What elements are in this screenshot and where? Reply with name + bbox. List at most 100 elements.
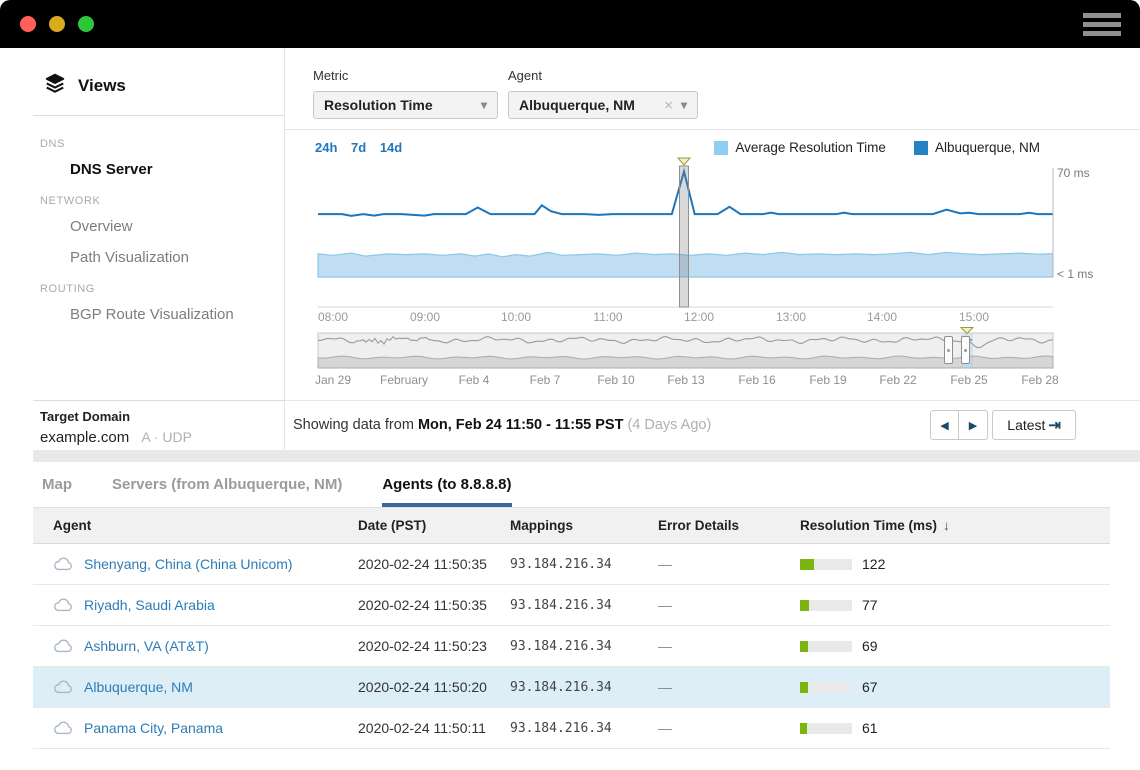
resolution-value: 122 bbox=[862, 556, 885, 572]
sidebar-item-path-visualization[interactable]: Path Visualization bbox=[0, 242, 284, 273]
error-cell: — bbox=[658, 626, 800, 667]
sidebar-section-dns: DNS bbox=[0, 128, 284, 154]
column-header-resolution-time[interactable]: Resolution Time (ms)↓ bbox=[800, 508, 1110, 544]
resolution-bar-fill bbox=[800, 600, 809, 611]
panel-divider bbox=[33, 450, 1140, 462]
x-tick: 11:00 bbox=[578, 310, 638, 324]
table-row[interactable]: Panama City, Panama 2020-02-24 11:50:1193… bbox=[33, 708, 1110, 749]
agent-link[interactable]: Albuquerque, NM bbox=[84, 679, 193, 695]
layers-icon bbox=[44, 72, 66, 99]
date-cell: 2020-02-24 11:50:35 bbox=[358, 585, 510, 626]
brush-tick: Jan 29 bbox=[298, 373, 368, 387]
resolution-bar-track bbox=[800, 641, 852, 652]
agent-link[interactable]: Panama City, Panama bbox=[84, 720, 223, 736]
previous-round-button[interactable]: ◀ bbox=[930, 410, 959, 440]
agent-link[interactable]: Shenyang, China (China Unicom) bbox=[84, 556, 293, 572]
next-round-button[interactable]: ▶ bbox=[959, 410, 988, 440]
mapping-cell: 93.184.216.34 bbox=[510, 544, 658, 585]
selected-time-range: Mon, Feb 24 11:50 - 11:55 PST bbox=[418, 417, 624, 433]
mapping-cell: 93.184.216.34 bbox=[510, 585, 658, 626]
chevron-down-icon: ▾ bbox=[681, 98, 687, 112]
brush-tick: Feb 28 bbox=[1005, 373, 1075, 387]
x-tick: 14:00 bbox=[852, 310, 912, 324]
target-domain-meta: A · UDP bbox=[141, 429, 192, 445]
brush-tick: Feb 19 bbox=[793, 373, 863, 387]
clear-agent-icon[interactable]: × bbox=[650, 97, 673, 114]
cloud-agent-icon bbox=[53, 597, 74, 613]
table-row[interactable]: Riyadh, Saudi Arabia 2020-02-24 11:50:359… bbox=[33, 585, 1110, 626]
cloud-agent-icon bbox=[53, 556, 74, 572]
column-header-mappings[interactable]: Mappings bbox=[510, 508, 658, 544]
target-domain-label: Target Domain bbox=[40, 409, 285, 424]
sidebar-section-network: NETWORK bbox=[0, 185, 284, 211]
table-row[interactable]: Ashburn, VA (AT&T)2020-02-24 11:50:2393.… bbox=[33, 626, 1110, 667]
brush-handle-left[interactable] bbox=[944, 336, 953, 364]
date-cell: 2020-02-24 11:50:23 bbox=[358, 626, 510, 667]
y-axis-max-label: 70 ms bbox=[1057, 166, 1090, 180]
tab-map[interactable]: Map bbox=[42, 476, 72, 507]
date-cell: 2020-02-24 11:50:11 bbox=[358, 708, 510, 749]
brush-tick: Feb 7 bbox=[510, 373, 580, 387]
tab-servers[interactable]: Servers (from Albuquerque, NM) bbox=[112, 476, 342, 507]
time-marker-icon[interactable] bbox=[678, 158, 690, 165]
cloud-agent-icon bbox=[53, 638, 74, 654]
minimize-window-button[interactable] bbox=[49, 16, 65, 32]
results-tabs: Map Servers (from Albuquerque, NM) Agent… bbox=[0, 462, 1140, 507]
sidebar-section-routing: ROUTING bbox=[0, 273, 284, 299]
sidebar-item-bgp-route-visualization[interactable]: BGP Route Visualization bbox=[0, 299, 284, 330]
column-header-date[interactable]: Date (PST) bbox=[358, 508, 510, 544]
brush-lower-band bbox=[318, 356, 1053, 368]
resolution-time-cell: 122 bbox=[800, 556, 1110, 572]
x-tick: 12:00 bbox=[669, 310, 729, 324]
brush-tick: Feb 25 bbox=[934, 373, 1004, 387]
latest-icon: ⇥ bbox=[1048, 416, 1061, 434]
brush-tick: Feb 10 bbox=[581, 373, 651, 387]
mapping-cell: 93.184.216.34 bbox=[510, 708, 658, 749]
resolution-bar-fill bbox=[800, 641, 808, 652]
table-header-row: Agent Date (PST) Mappings Error Details … bbox=[33, 508, 1110, 544]
table-row[interactable]: Albuquerque, NM2020-02-24 11:50:2093.184… bbox=[33, 667, 1110, 708]
brush-tick: Feb 16 bbox=[722, 373, 792, 387]
sidebar-title: Views bbox=[78, 76, 126, 96]
resolution-value: 69 bbox=[862, 638, 878, 654]
brush-handle-right[interactable] bbox=[961, 336, 970, 364]
resolution-bar-fill bbox=[800, 559, 814, 570]
metric-value: Resolution Time bbox=[324, 97, 433, 113]
y-axis-min-label: < 1 ms bbox=[1057, 267, 1093, 281]
chevron-down-icon: ▾ bbox=[467, 98, 487, 112]
table-row[interactable]: Shenyang, China (China Unicom) 2020-02-24… bbox=[33, 544, 1110, 585]
column-header-error-details[interactable]: Error Details bbox=[658, 508, 800, 544]
timeseries-plot[interactable] bbox=[285, 130, 1140, 400]
resolution-time-cell: 67 bbox=[800, 679, 1110, 695]
maximize-window-button[interactable] bbox=[78, 16, 94, 32]
resolution-value: 67 bbox=[862, 679, 878, 695]
agent-link[interactable]: Ashburn, VA (AT&T) bbox=[84, 638, 209, 654]
error-cell: — bbox=[658, 585, 800, 626]
metric-dropdown[interactable]: Resolution Time ▾ bbox=[313, 91, 498, 119]
brush-tick: Feb 22 bbox=[863, 373, 933, 387]
date-cell: 2020-02-24 11:50:35 bbox=[358, 544, 510, 585]
agent-dropdown[interactable]: Albuquerque, NM × ▾ bbox=[508, 91, 698, 119]
next-icon: ▶ bbox=[969, 419, 977, 432]
resolution-bar-fill bbox=[800, 682, 808, 693]
selected-round-marker[interactable] bbox=[679, 166, 688, 307]
sidebar-item-overview[interactable]: Overview bbox=[0, 211, 284, 242]
agent-link[interactable]: Riyadh, Saudi Arabia bbox=[84, 597, 215, 613]
x-tick: 08:00 bbox=[303, 310, 363, 324]
resolution-value: 61 bbox=[862, 720, 878, 736]
hamburger-menu-icon[interactable] bbox=[1083, 13, 1121, 36]
close-window-button[interactable] bbox=[20, 16, 36, 32]
x-tick: 10:00 bbox=[486, 310, 546, 324]
sidebar-item-dns-server[interactable]: DNS Server bbox=[0, 154, 284, 185]
x-tick: 13:00 bbox=[761, 310, 821, 324]
resolution-bar-track bbox=[800, 600, 852, 611]
resolution-bar-fill bbox=[800, 723, 807, 734]
tab-agents[interactable]: Agents (to 8.8.8.8) bbox=[382, 476, 511, 507]
target-domain-block: Target Domain example.com A · UDP bbox=[0, 400, 285, 446]
column-header-agent[interactable]: Agent bbox=[33, 508, 358, 544]
window-titlebar bbox=[0, 0, 1140, 48]
latest-button[interactable]: Latest ⇥ bbox=[992, 410, 1076, 440]
resolution-time-cell: 77 bbox=[800, 597, 1110, 613]
agents-table: Agent Date (PST) Mappings Error Details … bbox=[33, 507, 1110, 749]
metric-label: Metric bbox=[313, 68, 348, 83]
